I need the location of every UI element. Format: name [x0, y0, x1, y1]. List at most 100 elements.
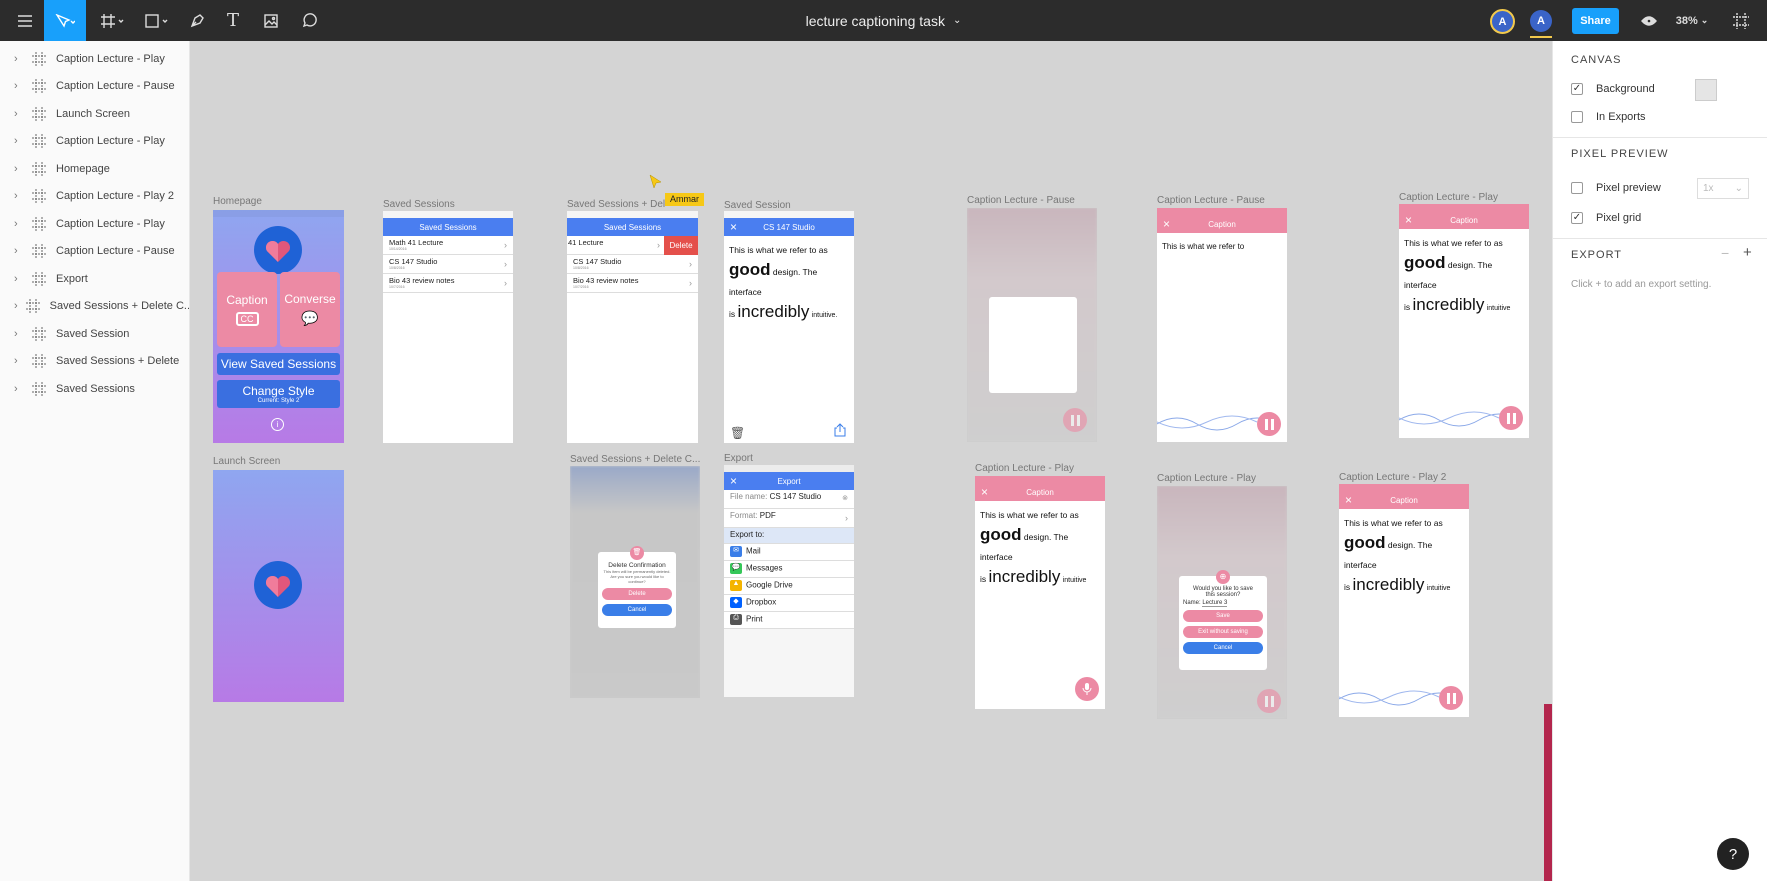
chevron-right-icon[interactable]: ›: [14, 300, 18, 312]
layer-item[interactable]: › Caption Lecture - Play 2: [0, 183, 189, 211]
close-icon[interactable]: ×: [1345, 493, 1352, 507]
pause-button[interactable]: [1499, 406, 1523, 430]
layer-item[interactable]: › Export: [0, 265, 189, 293]
saved-sessions-delete-frame[interactable]: Saved Sessions 41 Lecture › Delete CS 14…: [567, 211, 698, 443]
avatar[interactable]: A: [1530, 10, 1552, 32]
frame-label[interactable]: Saved Sessions + Delete C...: [570, 454, 700, 465]
saved-sessions-frame[interactable]: Saved Sessions Math 41 Lecture 10/14/2016…: [383, 211, 513, 443]
pause-button[interactable]: [1063, 408, 1087, 432]
caption-play-frame[interactable]: × Caption This is what we refer to as goo…: [1399, 204, 1529, 438]
close-icon[interactable]: ×: [1163, 217, 1170, 231]
chevron-right-icon[interactable]: ›: [14, 163, 24, 175]
caption-play-2-frame[interactable]: × Caption This is what we refer to as goo…: [1339, 484, 1469, 717]
layer-item[interactable]: › Saved Sessions: [0, 375, 189, 403]
list-item[interactable]: Bio 43 review notes 10/7/2016 ›: [383, 274, 513, 293]
layer-item[interactable]: › Launch Screen: [0, 100, 189, 128]
layer-item[interactable]: › Caption Lecture - Play: [0, 210, 189, 238]
frame-label[interactable]: Caption Lecture - Play 2: [1339, 472, 1446, 483]
file-name-row[interactable]: File name: CS 147 Studio ⊗: [724, 490, 854, 509]
caption-play-frame[interactable]: ⊕ Would you like to save this session? N…: [1157, 486, 1287, 719]
export-target-item[interactable]: ◆ Dropbox: [724, 595, 854, 612]
image-icon[interactable]: [258, 0, 284, 41]
chevron-right-icon[interactable]: ›: [14, 108, 24, 120]
remove-icon[interactable]: −: [1721, 245, 1729, 261]
frame-label[interactable]: Export: [724, 453, 753, 464]
cancel-button[interactable]: Cancel: [602, 604, 672, 616]
frame-label[interactable]: Homepage: [213, 196, 262, 207]
trash-icon[interactable]: 🗑: [730, 426, 745, 440]
session-name-input[interactable]: Lecture 3: [1202, 600, 1228, 607]
text-tool-icon[interactable]: T: [220, 0, 246, 41]
move-tool-button[interactable]: [44, 0, 86, 41]
microphone-button[interactable]: [1075, 677, 1099, 701]
shape-tool-button[interactable]: [140, 0, 174, 41]
chevron-right-icon[interactable]: ›: [14, 80, 24, 92]
layer-item[interactable]: › Homepage: [0, 155, 189, 183]
frame-tool-button[interactable]: [96, 0, 130, 41]
delete-confirm-button[interactable]: Delete: [602, 588, 672, 600]
export-target-item[interactable]: 💬 Messages: [724, 561, 854, 578]
in-exports-checkbox[interactable]: [1571, 111, 1583, 123]
menu-icon[interactable]: [10, 0, 40, 41]
eye-icon[interactable]: [1636, 0, 1662, 41]
prototype-icon[interactable]: [1726, 0, 1756, 41]
share-button[interactable]: Share: [1572, 8, 1619, 34]
list-item[interactable]: Bio 43 review notes 10/7/2016 ›: [567, 274, 698, 293]
caption-pause-frame[interactable]: × Caption This is what we refer to: [1157, 208, 1287, 442]
chevron-right-icon[interactable]: ›: [14, 355, 24, 367]
frame-label[interactable]: Saved Sessions + Del: [567, 199, 665, 210]
frame-label[interactable]: Caption Lecture - Pause: [967, 195, 1075, 206]
layer-item[interactable]: › Caption Lecture - Pause: [0, 238, 189, 266]
caption-button[interactable]: Caption CC: [217, 272, 277, 347]
chevron-right-icon[interactable]: ›: [14, 383, 24, 395]
comment-icon[interactable]: [296, 0, 322, 41]
exit-without-saving-button[interactable]: Exit without saving: [1183, 626, 1263, 638]
homepage-frame[interactable]: Caption CC Converse 💬 View Saved Session…: [213, 210, 344, 443]
layer-item[interactable]: › Saved Session: [0, 320, 189, 348]
chevron-right-icon[interactable]: ›: [14, 328, 24, 340]
list-item[interactable]: CS 147 Studio 10/8/2016 ›: [383, 255, 513, 274]
view-saved-sessions-button[interactable]: View Saved Sessions: [217, 353, 340, 375]
change-style-button[interactable]: Change Style Current: Style 2: [217, 380, 340, 408]
pen-icon[interactable]: [184, 0, 210, 41]
clear-icon[interactable]: ⊗: [842, 494, 848, 502]
zoom-dropdown[interactable]: 38% ⌄: [1672, 0, 1712, 41]
chevron-right-icon[interactable]: ›: [14, 190, 24, 202]
close-icon[interactable]: ×: [1405, 213, 1412, 227]
frame-label[interactable]: Saved Sessions: [383, 199, 455, 210]
close-icon[interactable]: ×: [730, 474, 737, 488]
delete-confirm-frame[interactable]: 🗑 Delete Confirmation This item will be …: [570, 466, 700, 698]
chevron-down-icon[interactable]: ⌄: [953, 15, 961, 26]
frame-label[interactable]: Launch Screen: [213, 456, 280, 467]
help-button[interactable]: ?: [1717, 838, 1749, 870]
close-icon[interactable]: ×: [981, 485, 988, 499]
export-frame[interactable]: × Export File name: CS 147 Studio ⊗ Format…: [724, 465, 854, 697]
add-export-icon[interactable]: +: [1743, 244, 1752, 261]
list-item[interactable]: 41 Lecture › Delete: [567, 236, 698, 255]
layer-item[interactable]: › Caption Lecture - Play: [0, 128, 189, 156]
delete-button[interactable]: Delete: [664, 236, 698, 255]
layer-item[interactable]: › Saved Sessions + Delete: [0, 348, 189, 376]
background-color-swatch[interactable]: [1695, 79, 1717, 101]
export-target-item[interactable]: ▲ Google Drive: [724, 578, 854, 595]
document-title-text[interactable]: lecture captioning task: [806, 13, 945, 29]
pause-button[interactable]: [1439, 686, 1463, 710]
canvas[interactable]: Homepage Caption CC Converse 💬 View Save…: [190, 41, 1552, 881]
frame-label[interactable]: Caption Lecture - Play: [1399, 192, 1498, 203]
frame-label[interactable]: Saved Session: [724, 200, 791, 211]
chevron-right-icon[interactable]: ›: [14, 273, 24, 285]
frame-label[interactable]: Caption Lecture - Play: [975, 463, 1074, 474]
pixel-grid-checkbox[interactable]: ✓: [1571, 212, 1583, 224]
background-checkbox[interactable]: ✓: [1571, 83, 1583, 95]
chevron-right-icon[interactable]: ›: [14, 53, 24, 65]
chevron-right-icon[interactable]: ›: [14, 135, 24, 147]
list-item[interactable]: Math 41 Lecture 10/14/2016 ›: [383, 236, 513, 255]
launch-screen-frame[interactable]: [213, 470, 344, 702]
export-target-item[interactable]: ✉ Mail: [724, 544, 854, 561]
converse-button[interactable]: Converse 💬: [280, 272, 340, 347]
avatar[interactable]: A: [1490, 9, 1515, 34]
cancel-button[interactable]: Cancel: [1183, 642, 1263, 654]
chevron-right-icon[interactable]: ›: [14, 218, 24, 230]
saved-session-frame[interactable]: × CS 147 Studio This is what we refer to …: [724, 211, 854, 443]
pixel-preview-select[interactable]: 1x ⌄: [1697, 178, 1749, 199]
